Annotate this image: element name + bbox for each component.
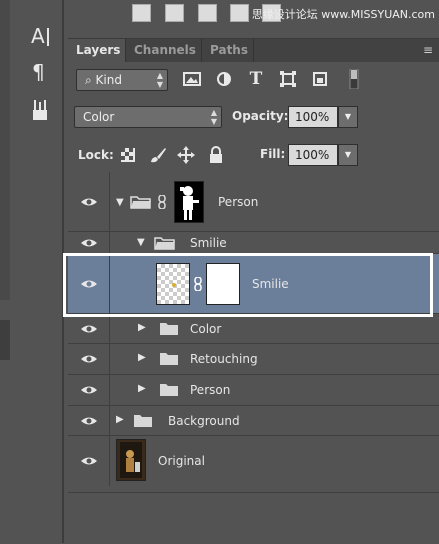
brush-presets-icon[interactable] (28, 98, 52, 122)
layer-name[interactable]: Smilie (190, 236, 227, 250)
expand-triangle-icon[interactable]: ▼ (116, 197, 124, 208)
layer-row-person-subgroup[interactable]: ▶ Person (68, 375, 439, 406)
visibility-toggle[interactable] (68, 172, 110, 231)
layers-list: ▼ Person ▼ Smilie Smilie ▶ Color ▶ Retou… (68, 172, 439, 492)
character-panel-icon[interactable]: A (28, 24, 52, 48)
visibility-toggle[interactable] (68, 232, 110, 253)
eye-icon (81, 325, 97, 333)
blend-mode-value: Color (83, 110, 115, 124)
link-chain-icon[interactable] (158, 194, 166, 212)
collapse-triangle-icon[interactable]: ▶ (138, 352, 146, 363)
fill-dropdown-button[interactable]: ▼ (338, 144, 358, 166)
filter-row: ⌕ Kind ▲ ▼ T (68, 68, 439, 93)
lock-row: Lock: Fill: 100% ▼ (68, 144, 439, 168)
layer-name[interactable]: Background (168, 414, 240, 428)
visibility-toggle[interactable] (68, 344, 110, 374)
edge-bar-grip (0, 320, 10, 360)
filter-type-icon[interactable]: T (246, 69, 266, 89)
blend-mode-dropdown[interactable]: Color ▲ ▼ (74, 106, 222, 128)
dropdown-arrows-icon: ▲ ▼ (210, 108, 217, 126)
dropdown-arrows-icon: ▲ ▼ (156, 71, 163, 89)
filter-toggle-switch[interactable] (344, 68, 364, 90)
svg-text:A: A (31, 24, 45, 48)
layer-row-person-group[interactable]: ▼ Person (68, 172, 439, 232)
expand-triangle-icon[interactable]: ▼ (137, 237, 145, 248)
eye-icon (81, 386, 97, 394)
selection-highlight-box (63, 253, 433, 317)
fill-input[interactable]: 100% (288, 144, 338, 166)
opacity-label: Opacity: (232, 109, 289, 123)
eye-icon (81, 355, 97, 363)
visibility-toggle[interactable] (68, 375, 110, 405)
eye-icon (81, 417, 97, 425)
visibility-toggle[interactable] (68, 314, 110, 343)
visibility-toggle[interactable] (68, 436, 110, 486)
layer-row-smilie-group[interactable]: ▼ Smilie (68, 232, 439, 254)
tab-layers[interactable]: Layers (68, 39, 126, 62)
lock-all-icon[interactable] (206, 145, 226, 165)
fill-label: Fill: (260, 147, 286, 161)
layer-name[interactable]: Original (158, 454, 205, 468)
paragraph-panel-icon[interactable]: ¶ (28, 60, 52, 84)
opacity-dropdown-button[interactable]: ▼ (338, 106, 358, 128)
panel-menu-icon[interactable]: ≡ (423, 43, 433, 57)
eye-icon (81, 198, 97, 206)
visibility-toggle[interactable] (68, 406, 110, 435)
brush-option-icon-2[interactable] (165, 4, 184, 22)
layer-row-color-group[interactable]: ▶ Color (68, 314, 439, 344)
tool-strip: A ¶ (0, 0, 66, 543)
eye-icon (81, 457, 97, 465)
opacity-input[interactable]: 100% (288, 106, 338, 128)
layer-name[interactable]: Color (190, 322, 221, 336)
lock-transparent-icon[interactable] (118, 145, 138, 165)
layer-name[interactable]: Retouching (190, 352, 258, 366)
filter-kind-label: Kind (95, 73, 122, 87)
brush-option-icon-3[interactable] (198, 4, 217, 22)
group-mask-thumbnail[interactable] (174, 181, 204, 223)
filter-shape-icon[interactable] (278, 69, 298, 89)
tab-paths[interactable]: Paths (202, 39, 254, 62)
tab-channels[interactable]: Channels (126, 39, 202, 62)
filter-smart-object-icon[interactable] (310, 69, 330, 89)
filter-pixel-icon[interactable] (182, 69, 202, 89)
folder-open-icon (130, 196, 151, 209)
lock-label: Lock: (78, 148, 114, 162)
eye-icon (81, 239, 97, 247)
lock-pixels-brush-icon[interactable] (148, 145, 168, 165)
brush-option-icon-1[interactable] (132, 4, 151, 22)
layer-row-retouching-group[interactable]: ▶ Retouching (68, 344, 439, 375)
blend-row: Color ▲ ▼ Opacity: 100% ▼ (68, 106, 439, 130)
collapse-triangle-icon[interactable]: ▶ (138, 383, 146, 394)
layer-name[interactable]: Person (218, 195, 258, 209)
folder-icon (160, 323, 178, 335)
panel-tabs: Layers Channels Paths ≡ (68, 39, 439, 62)
folder-open-icon (154, 237, 175, 250)
panel-bottom-area (68, 492, 439, 544)
edge-bar (0, 0, 10, 300)
folder-icon (160, 384, 178, 396)
layer-name[interactable]: Person (190, 383, 230, 397)
layer-row-original[interactable]: Original (68, 436, 439, 486)
brush-option-icon-4[interactable] (230, 4, 249, 22)
filter-adjustment-icon[interactable] (214, 69, 234, 89)
folder-icon (160, 353, 178, 365)
layer-row-background-group[interactable]: ▶ Background (68, 406, 439, 436)
svg-text:¶: ¶ (32, 60, 45, 84)
folder-icon (134, 415, 152, 427)
filter-kind-dropdown[interactable]: ⌕ Kind ▲ ▼ (76, 69, 168, 91)
collapse-triangle-icon[interactable]: ▶ (138, 322, 146, 333)
original-image-thumbnail[interactable] (116, 439, 146, 481)
lock-position-move-icon[interactable] (176, 145, 196, 165)
search-icon: ⌕ (85, 73, 96, 87)
collapse-triangle-icon[interactable]: ▶ (116, 414, 124, 425)
watermark: 思缘设计论坛 www.MISSYUAN.com (251, 8, 435, 21)
